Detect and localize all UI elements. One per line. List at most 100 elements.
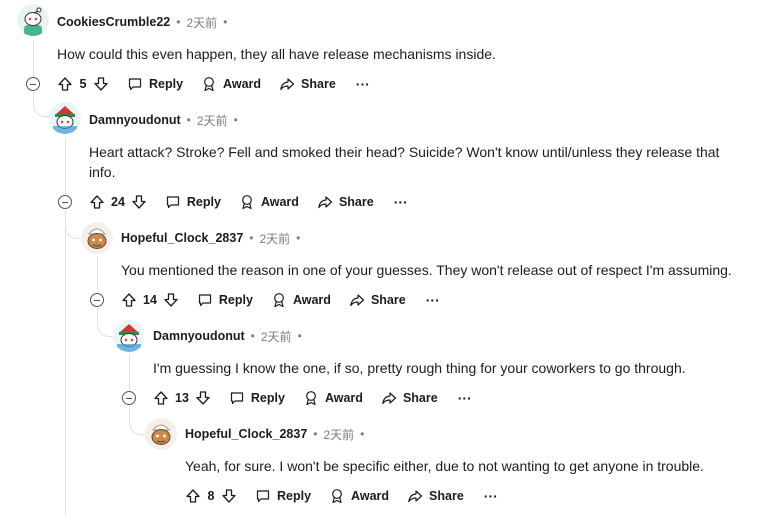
comment-time[interactable]: 2天前 [197,112,228,129]
reply-button[interactable]: Reply [197,292,253,308]
avatar[interactable] [17,4,49,36]
reply-icon [230,392,244,405]
downvote-icon[interactable] [163,292,179,308]
reply-button[interactable]: Reply [229,390,285,406]
reply-icon [166,196,180,209]
award-button[interactable]: Award [201,76,261,92]
avatar[interactable] [81,222,113,254]
reply-label: Reply [149,77,184,91]
upvote-icon[interactable] [121,292,137,308]
more-options-button[interactable]: ··· [394,194,408,210]
award-label: Award [260,195,299,209]
award-label: Award [292,293,331,307]
reply-icon [256,490,270,503]
upvote-icon[interactable] [153,390,169,406]
comment-author[interactable]: Damnyoudonut [89,113,181,127]
comment-actions: 8 Reply Award Share ··· [185,486,498,506]
downvote-icon[interactable] [195,390,211,406]
collapse-thread-button[interactable] [26,77,40,91]
comment-actions: 5 Reply Award Share ··· [57,74,370,94]
avatar[interactable] [49,102,81,134]
reply-label: Reply [186,195,221,209]
reply-label: Reply [277,489,312,503]
award-button[interactable]: Award [271,292,331,308]
comment-time[interactable]: 2天前 [259,230,290,247]
share-icon [350,294,365,307]
award-button[interactable]: Award [303,390,363,406]
downvote-icon[interactable] [131,194,147,210]
reply-button[interactable]: Reply [165,194,221,210]
share-label: Share [402,391,438,405]
award-button[interactable]: Award [329,488,389,504]
separator-dot: • [360,427,365,441]
share-icon [280,78,295,91]
reply-icon [198,294,212,307]
share-label: Share [370,293,406,307]
share-icon [382,392,397,405]
reply-label: Reply [218,293,253,307]
comment-author[interactable]: Hopeful_Clock_2837 [185,427,307,441]
thread-elbow [65,210,82,239]
collapse-thread-button[interactable] [58,195,72,209]
award-label: Award [351,489,390,503]
vote-score: 13 [175,391,189,405]
avatar[interactable] [113,320,145,352]
comment-actions: 13 Reply Award Share ··· [153,388,472,408]
award-icon [274,293,284,308]
share-button[interactable]: Share [279,76,336,92]
comment-body: Yeah, for sure. I won't be specific eith… [185,458,704,474]
separator-dot: • [313,427,318,441]
upvote-icon[interactable] [185,488,201,504]
separator-dot: • [223,15,228,29]
comment-body: You mentioned the reason in one of your … [121,262,732,278]
comment-body: How could this even happen, they all hav… [57,46,496,62]
award-button[interactable]: Award [239,194,299,210]
vote-score: 8 [207,489,215,503]
share-button[interactable]: Share [317,194,374,210]
reply-button[interactable]: Reply [255,488,311,504]
comment-actions: 14 Reply Award Share ··· [121,290,440,310]
more-options-button[interactable]: ··· [484,488,498,504]
separator-dot: • [186,113,191,127]
collapse-thread-button[interactable] [122,391,136,405]
comment-time[interactable]: 2天前 [186,14,217,31]
reply-icon [128,78,142,91]
comment-time[interactable]: 2天前 [261,328,292,345]
separator-dot: • [233,113,238,127]
share-icon [318,196,333,209]
avatar[interactable] [145,418,177,450]
comment-author[interactable]: Damnyoudonut [153,329,245,343]
comment-body: Heart attack? Stroke? Fell and smoked th… [89,144,720,180]
more-options-button[interactable]: ··· [356,76,370,92]
award-label: Award [223,77,262,91]
upvote-icon[interactable] [89,194,105,210]
comment-time[interactable]: 2天前 [323,426,354,443]
vote-score: 5 [79,77,87,91]
thread-line [65,210,66,516]
separator-dot: • [296,231,301,245]
award-label: Award [324,391,363,405]
thread-line [97,256,98,292]
reply-label: Reply [250,391,285,405]
downvote-icon[interactable] [221,488,237,504]
share-label: Share [301,77,336,91]
comment-author[interactable]: Hopeful_Clock_2837 [121,231,243,245]
collapse-thread-button[interactable] [90,293,104,307]
comment-author[interactable]: CookiesCrumble22 [57,15,170,29]
more-options-button[interactable]: ··· [426,292,440,308]
share-button[interactable]: Share [349,292,406,308]
award-icon [204,77,214,92]
award-icon [242,195,252,210]
share-icon [408,490,423,503]
thread-line [129,354,130,390]
reply-button[interactable]: Reply [127,76,183,92]
share-button[interactable]: Share [407,488,464,504]
thread-elbow [129,406,146,435]
vote-score: 24 [111,195,125,209]
upvote-icon[interactable] [57,76,73,92]
award-icon [332,489,342,504]
more-options-button[interactable]: ··· [458,390,472,406]
downvote-icon[interactable] [93,76,109,92]
share-label: Share [338,195,374,209]
share-button[interactable]: Share [381,390,438,406]
